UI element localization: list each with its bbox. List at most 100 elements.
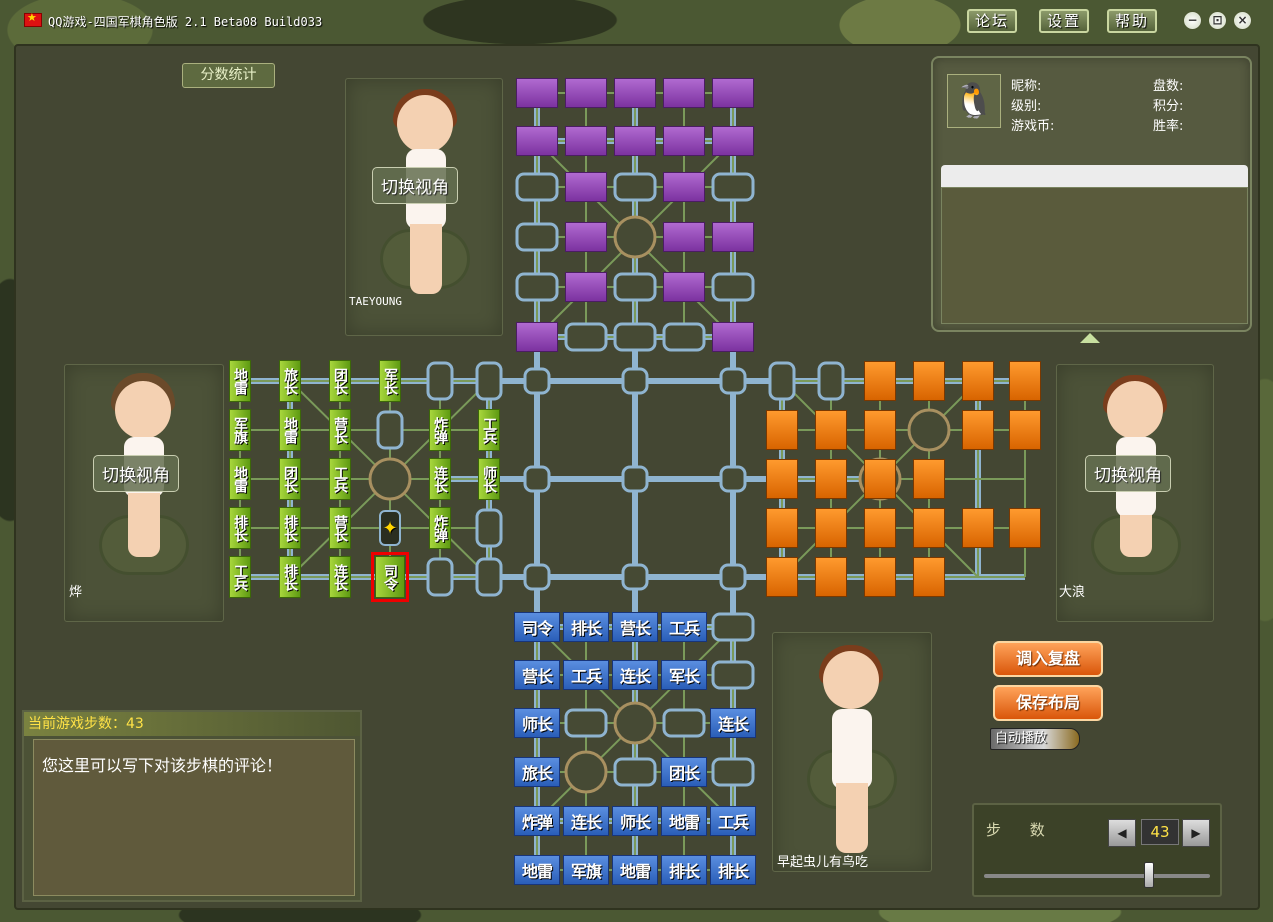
piece-orange[interactable]: [913, 508, 945, 548]
piece-purple[interactable]: [712, 222, 754, 252]
piece-purple[interactable]: [712, 126, 754, 156]
auto-play-button[interactable]: 自动播放: [990, 728, 1080, 750]
piece-orange[interactable]: [913, 459, 945, 499]
piece-blue[interactable]: 地雷: [612, 855, 658, 885]
piece-purple[interactable]: [565, 272, 607, 302]
piece-purple[interactable]: [565, 126, 607, 156]
piece-orange[interactable]: [962, 361, 994, 401]
piece-blue[interactable]: 工兵: [661, 612, 707, 642]
close-icon[interactable]: ×: [1233, 11, 1252, 30]
piece-orange[interactable]: [864, 508, 896, 548]
piece-purple[interactable]: [565, 78, 607, 108]
piece-green[interactable]: 军长: [379, 360, 401, 402]
piece-blue[interactable]: 营长: [612, 612, 658, 642]
piece-purple[interactable]: [663, 172, 705, 202]
info-list[interactable]: [941, 187, 1248, 324]
minimize-icon[interactable]: −: [1183, 11, 1202, 30]
piece-orange[interactable]: [1009, 361, 1041, 401]
piece-blue[interactable]: 连长: [710, 708, 756, 738]
step-slider-thumb[interactable]: [1144, 862, 1154, 888]
piece-orange[interactable]: [766, 459, 798, 499]
piece-orange[interactable]: [864, 410, 896, 450]
piece-green[interactable]: 军旗: [229, 409, 251, 451]
piece-green[interactable]: 炸弹: [429, 409, 451, 451]
piece-purple[interactable]: [516, 126, 558, 156]
step-slider-track[interactable]: [984, 874, 1210, 878]
help-button[interactable]: 帮助: [1107, 9, 1158, 33]
piece-orange[interactable]: [766, 410, 798, 450]
piece-green[interactable]: 排长: [279, 556, 301, 598]
piece-orange[interactable]: [962, 410, 994, 450]
piece-purple[interactable]: [614, 126, 656, 156]
switch-view-button-right[interactable]: 切换视角: [1085, 455, 1171, 492]
collapse-arrow-icon[interactable]: [1080, 333, 1100, 343]
piece-green[interactable]: 地雷: [229, 458, 251, 500]
restore-icon[interactable]: ⊡: [1208, 11, 1227, 30]
piece-green[interactable]: 炸弹: [429, 507, 451, 549]
piece-orange[interactable]: [815, 557, 847, 597]
piece-purple[interactable]: [663, 272, 705, 302]
piece-green[interactable]: 司令: [371, 552, 409, 602]
piece-purple[interactable]: [565, 222, 607, 252]
piece-green[interactable]: 连长: [329, 556, 351, 598]
comment-textarea[interactable]: 您这里可以写下对该步棋的评论！: [33, 739, 355, 896]
piece-blue[interactable]: 司令: [514, 612, 560, 642]
forum-button[interactable]: 论坛: [967, 9, 1018, 33]
piece-purple[interactable]: [516, 322, 558, 352]
piece-orange[interactable]: [864, 459, 896, 499]
load-replay-button[interactable]: 调入复盘: [993, 641, 1103, 677]
save-layout-button[interactable]: 保存布局: [993, 685, 1103, 721]
piece-blue[interactable]: 排长: [661, 855, 707, 885]
piece-blue[interactable]: 工兵: [710, 806, 756, 836]
piece-orange[interactable]: [962, 508, 994, 548]
piece-green[interactable]: 团长: [329, 360, 351, 402]
piece-blue[interactable]: 连长: [563, 806, 609, 836]
piece-blue[interactable]: 工兵: [563, 660, 609, 690]
piece-orange[interactable]: [766, 557, 798, 597]
piece-green[interactable]: 连长: [429, 458, 451, 500]
piece-purple[interactable]: [565, 172, 607, 202]
piece-orange[interactable]: [815, 459, 847, 499]
switch-view-button-left[interactable]: 切换视角: [93, 455, 179, 492]
piece-purple[interactable]: [516, 78, 558, 108]
next-step-icon[interactable]: ▶: [1182, 819, 1210, 847]
piece-green[interactable]: 排长: [279, 507, 301, 549]
piece-purple[interactable]: [712, 78, 754, 108]
piece-green[interactable]: 地雷: [229, 360, 251, 402]
piece-purple[interactable]: [663, 78, 705, 108]
piece-orange[interactable]: [1009, 508, 1041, 548]
prev-step-icon[interactable]: ◀: [1108, 819, 1136, 847]
piece-orange[interactable]: [815, 508, 847, 548]
piece-purple[interactable]: [614, 78, 656, 108]
piece-green[interactable]: 营长: [329, 507, 351, 549]
piece-green[interactable]: 地雷: [279, 409, 301, 451]
switch-view-button-top[interactable]: 切换视角: [372, 167, 458, 204]
piece-blue[interactable]: 师长: [514, 708, 560, 738]
piece-blue[interactable]: 团长: [661, 757, 707, 787]
piece-blue[interactable]: 军长: [661, 660, 707, 690]
piece-blue[interactable]: 营长: [514, 660, 560, 690]
piece-blue[interactable]: 炸弹: [514, 806, 560, 836]
piece-orange[interactable]: [913, 557, 945, 597]
piece-blue[interactable]: 师长: [612, 806, 658, 836]
score-stats-tab[interactable]: 分数统计: [182, 63, 275, 88]
piece-blue[interactable]: 连长: [612, 660, 658, 690]
piece-green[interactable]: 工兵: [329, 458, 351, 500]
piece-green[interactable]: 工兵: [229, 556, 251, 598]
piece-orange[interactable]: [864, 557, 896, 597]
piece-purple[interactable]: [663, 222, 705, 252]
piece-green[interactable]: 排长: [229, 507, 251, 549]
piece-orange[interactable]: [913, 361, 945, 401]
piece-green[interactable]: 工兵: [478, 409, 500, 451]
piece-orange[interactable]: [766, 508, 798, 548]
piece-blue[interactable]: 旅长: [514, 757, 560, 787]
piece-green[interactable]: 师长: [478, 458, 500, 500]
settings-button[interactable]: 设置: [1039, 9, 1090, 33]
piece-blue[interactable]: 军旗: [563, 855, 609, 885]
piece-green[interactable]: 团长: [279, 458, 301, 500]
piece-green[interactable]: 旅长: [279, 360, 301, 402]
piece-green[interactable]: 营长: [329, 409, 351, 451]
piece-blue[interactable]: 排长: [710, 855, 756, 885]
piece-purple[interactable]: [712, 322, 754, 352]
piece-orange[interactable]: [1009, 410, 1041, 450]
